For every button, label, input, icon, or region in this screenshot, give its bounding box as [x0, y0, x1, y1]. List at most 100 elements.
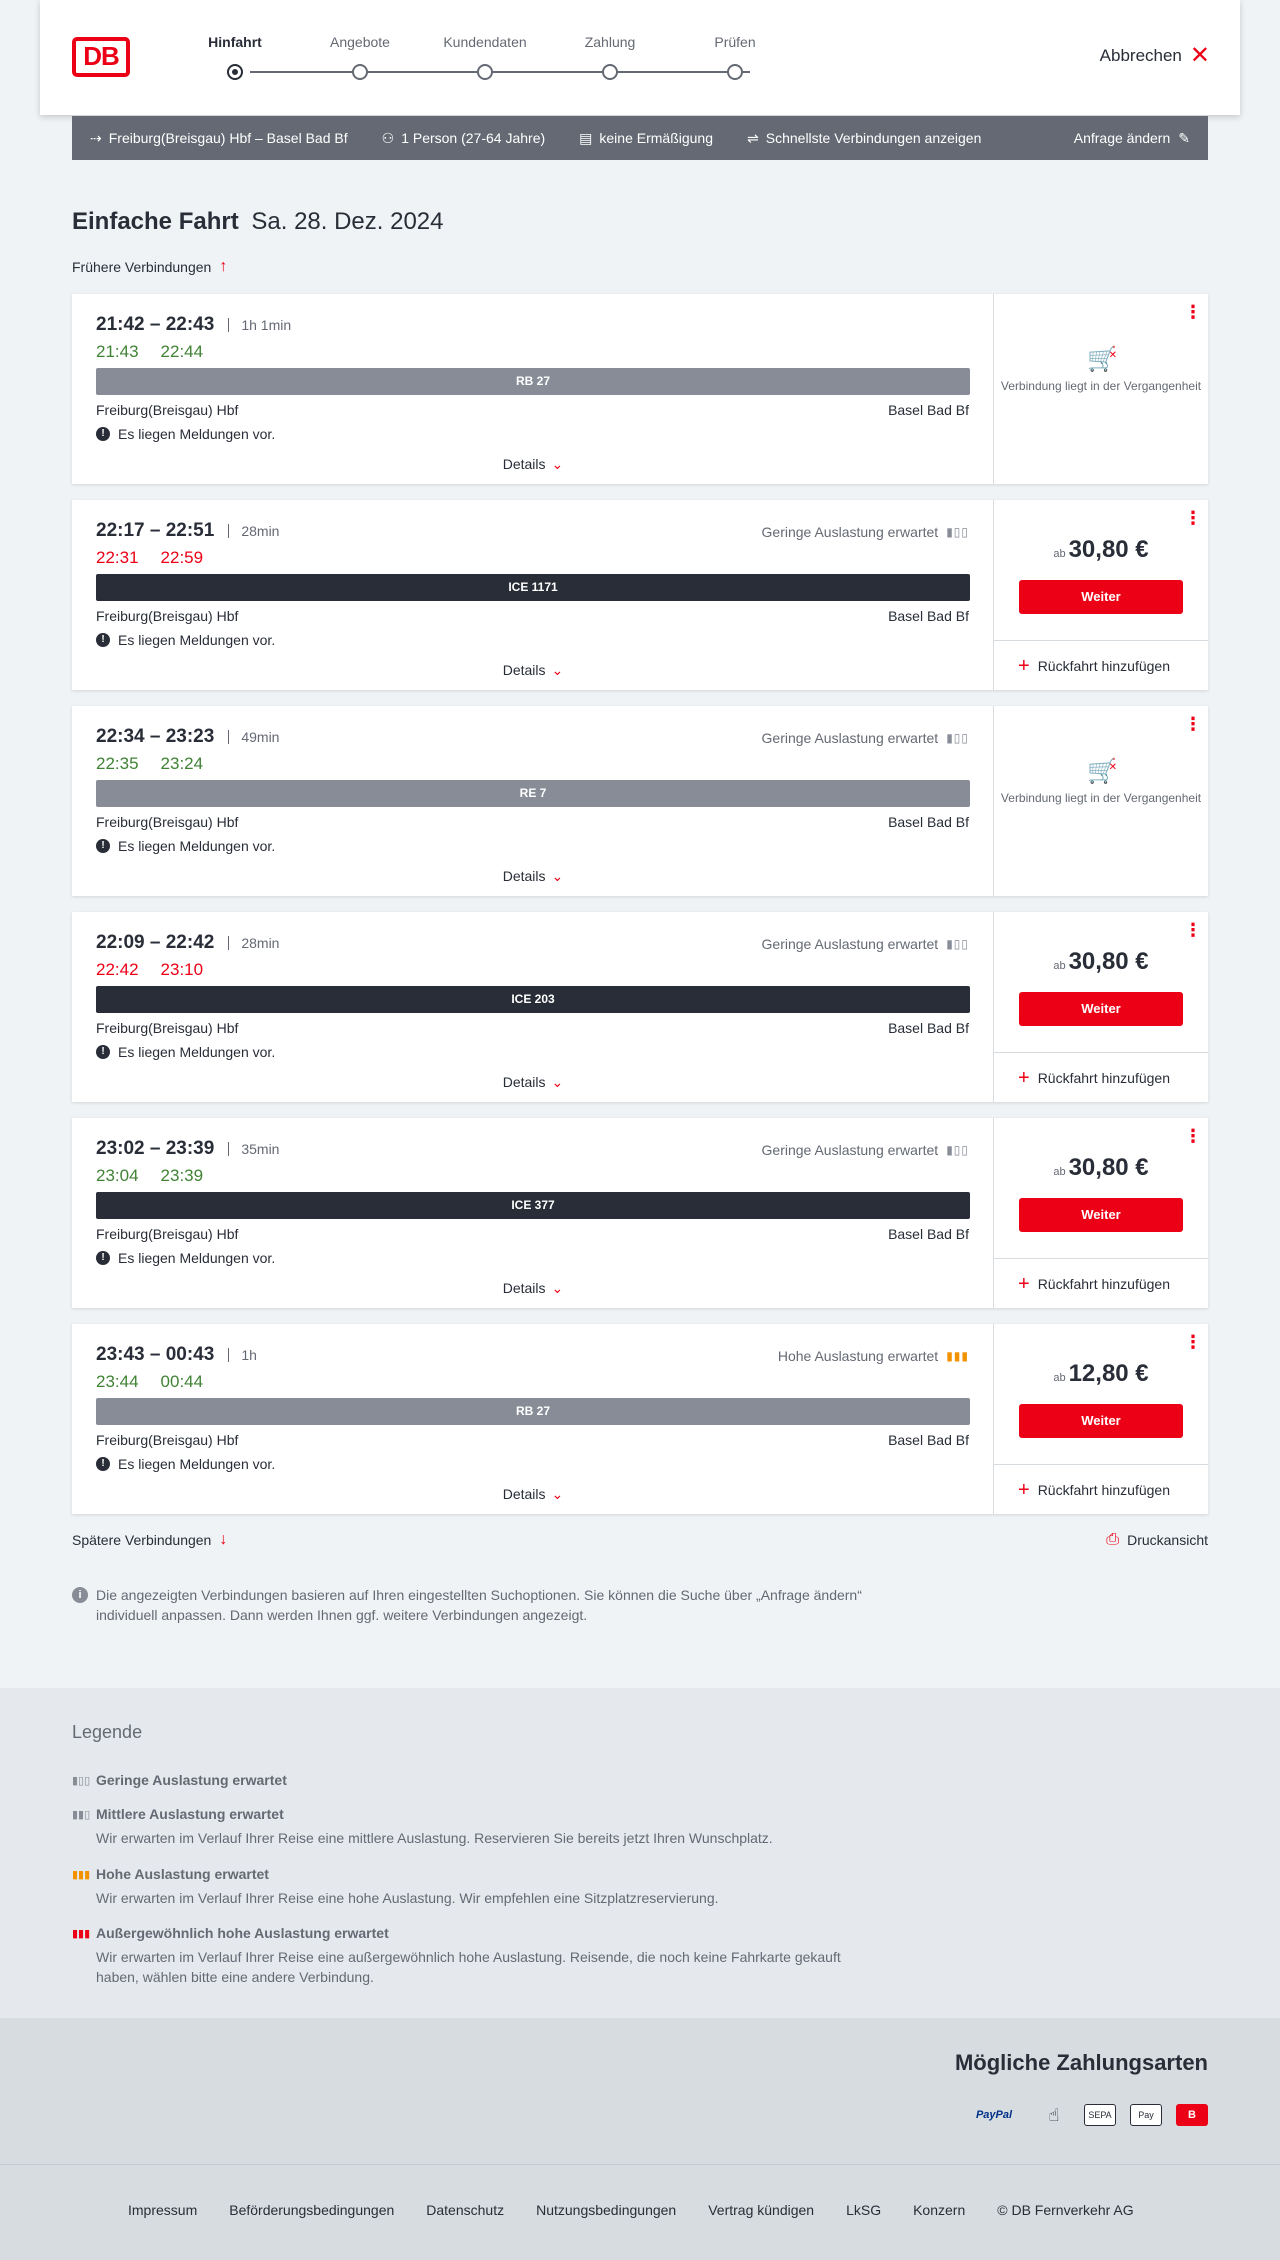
notice: ! Es liegen Meldungen vor. [96, 1044, 275, 1060]
footer-link[interactable]: Impressum [128, 2202, 197, 2218]
continue-button[interactable]: Weiter [1019, 992, 1183, 1026]
card-icon: ▤ [579, 129, 593, 146]
offer-panel: ⋮ ab 30,80 € Weiter + Rückfahrt hinzufügen [994, 912, 1208, 1102]
continue-button[interactable]: Weiter [1019, 1404, 1183, 1438]
connection-details: 21:42 – 22:43 1h 1min 21:43 22:44 RB 27 Fr… [72, 294, 994, 484]
chevron-down-icon: ⌄ [551, 662, 564, 678]
destination-station: Basel Bad Bf [888, 608, 969, 624]
occupancy-info: Geringe Auslastung erwartet ▮▯▯ [761, 524, 969, 540]
add-return-button[interactable]: + Rückfahrt hinzufügen [994, 1464, 1208, 1514]
chevron-down-icon: ⌄ [551, 1486, 564, 1502]
legend-section: Legende ▮▯▯ Geringe Auslastung erwartet ▮… [0, 1688, 1280, 2018]
alert-icon: ! [96, 1251, 110, 1265]
connection-card: 21:42 – 22:43 1h 1min 21:43 22:44 RB 27 Fr… [72, 294, 1208, 484]
route-summary: ⇢ Freiburg(Breisgau) Hbf – Basel Bad Bf [90, 129, 348, 147]
destination-station: Basel Bad Bf [888, 1432, 969, 1448]
details-toggle[interactable]: Details ⌄ [72, 456, 994, 473]
legend-title: Legende [72, 1722, 143, 1742]
header: DB Hinfahrt Angebote Kundendaten Zahlung… [40, 0, 1240, 115]
step-pruefen[interactable]: Prüfen [670, 34, 800, 80]
add-return-button[interactable]: + Rückfahrt hinzufügen [994, 1258, 1208, 1308]
connection-card: 23:02 – 23:39 35min 23:04 23:39 Geringe Au… [72, 1118, 1208, 1308]
origin-station: Freiburg(Breisgau) Hbf [96, 1226, 239, 1242]
step-angebote[interactable]: Angebote [295, 34, 425, 80]
payment-title: Mögliche Zahlungsarten [954, 2050, 1208, 2075]
cancel-button[interactable]: Abbrechen ✕ [1100, 44, 1210, 68]
train-bar[interactable]: ICE 377 [96, 1192, 970, 1219]
alert-icon: ! [96, 427, 110, 441]
continue-button[interactable]: Weiter [1019, 580, 1183, 614]
footer-link[interactable]: Konzern [913, 2202, 965, 2218]
train-bar[interactable]: ICE 1171 [96, 574, 970, 601]
more-options-icon[interactable]: ⋮ [1184, 303, 1202, 321]
more-options-icon[interactable]: ⋮ [1184, 1333, 1202, 1351]
origin-station: Freiburg(Breisgau) Hbf [96, 402, 239, 418]
train-bar[interactable]: ICE 203 [96, 986, 970, 1013]
occupancy-info: Geringe Auslastung erwartet ▮▯▯ [761, 936, 969, 952]
earlier-connections-link[interactable]: Frühere Verbindungen ↑ [72, 258, 227, 276]
connection-card: 22:34 – 23:23 49min 22:35 23:24 Geringe Au… [72, 706, 1208, 896]
step-zahlung[interactable]: Zahlung [545, 34, 675, 80]
footer-link[interactable]: © DB Fernverkehr AG [997, 2202, 1133, 2218]
train-bar[interactable]: RE 7 [96, 780, 970, 807]
progress-steps: Hinfahrt Angebote Kundendaten Zahlung Pr… [170, 34, 810, 94]
train-bar[interactable]: RB 27 [96, 368, 970, 395]
more-options-icon[interactable]: ⋮ [1184, 715, 1202, 733]
footer-link[interactable]: Vertrag kündigen [708, 2202, 814, 2218]
scheduled-times: 21:42 – 22:43 1h 1min [96, 314, 292, 335]
footer-link[interactable]: Nutzungsbedingungen [536, 2202, 676, 2218]
price: ab 12,80 € [1053, 1360, 1149, 1387]
destination-station: Basel Bad Bf [888, 402, 969, 418]
origin-station: Freiburg(Breisgau) Hbf [96, 814, 239, 830]
discount-summary: ▤ keine Ermäßigung [579, 129, 714, 147]
footer-link[interactable]: Datenschutz [426, 2202, 504, 2218]
passenger-summary: ⚇ 1 Person (27-64 Jahre) [381, 129, 546, 147]
query-bar: ⇢ Freiburg(Breisgau) Hbf – Basel Bad Bf ⚇… [72, 116, 1208, 160]
duration: 1h 1min [228, 318, 291, 332]
details-toggle[interactable]: Details ⌄ [72, 1280, 994, 1297]
legend-item-high: ▮▮▮ Hohe Auslastung erwartet Wir erwarten… [72, 1866, 719, 1906]
step-hinfahrt[interactable]: Hinfahrt [170, 34, 300, 80]
more-options-icon[interactable]: ⋮ [1184, 1127, 1202, 1145]
details-toggle[interactable]: Details ⌄ [72, 1074, 994, 1091]
duration: 28min [228, 936, 279, 950]
alert-icon: ! [96, 839, 110, 853]
occupancy-icon: ▮▯▯ [946, 525, 969, 539]
step-kundendaten[interactable]: Kundendaten [420, 34, 550, 80]
cart-unavailable-icon: 🛒 ✕ [1087, 758, 1117, 785]
page-title: Einfache Fahrt Sa. 28. Dez. 2024 [72, 208, 444, 235]
alert-icon: ! [96, 633, 110, 647]
past-connection-note: 🛒 ✕ Verbindung liegt in der Vergangenheit [1000, 758, 1202, 806]
add-return-button[interactable]: + Rückfahrt hinzufügen [994, 1052, 1208, 1102]
origin-station: Freiburg(Breisgau) Hbf [96, 1432, 239, 1448]
alert-icon: ! [96, 1457, 110, 1471]
footer-link[interactable]: Beförderungsbedingungen [229, 2202, 394, 2218]
footer-link[interactable]: LkSG [846, 2202, 881, 2218]
more-options-icon[interactable]: ⋮ [1184, 921, 1202, 939]
price: ab 30,80 € [1053, 536, 1149, 563]
credit-card-hand-icon: ☝ [1048, 2104, 1060, 2125]
scheduled-times: 22:17 – 22:51 28min [96, 520, 280, 541]
later-connections-link[interactable]: Spätere Verbindungen ↓ [72, 1531, 227, 1549]
occupancy-icon: ▮▮▮ [946, 1349, 969, 1363]
occupancy-high-icon: ▮▮▮ [72, 1868, 91, 1881]
duration: 35min [228, 1142, 279, 1156]
legend-item-exceptional: ▮▮▮ Außergewöhnlich hohe Auslastung erwar… [72, 1925, 841, 1985]
train-bar[interactable]: RB 27 [96, 1398, 970, 1425]
details-toggle[interactable]: Details ⌄ [72, 662, 994, 679]
occupancy-exceptional-icon: ▮▮▮ [72, 1927, 91, 1940]
print-view-link[interactable]: ⎙ Druckansicht [1106, 1531, 1208, 1549]
details-toggle[interactable]: Details ⌄ [72, 1486, 994, 1503]
details-toggle[interactable]: Details ⌄ [72, 868, 994, 885]
connection-details: 22:09 – 22:42 28min 22:42 23:10 Geringe Au… [72, 912, 994, 1102]
connection-details: 22:17 – 22:51 28min 22:31 22:59 Geringe Au… [72, 500, 994, 690]
more-options-icon[interactable]: ⋮ [1184, 509, 1202, 527]
db-logo[interactable]: DB [72, 37, 130, 77]
occupancy-info: Hohe Auslastung erwartet ▮▮▮ [777, 1348, 969, 1364]
add-return-button[interactable]: + Rückfahrt hinzufügen [994, 640, 1208, 690]
origin-station: Freiburg(Breisgau) Hbf [96, 608, 239, 624]
continue-button[interactable]: Weiter [1019, 1198, 1183, 1232]
step-dot [727, 64, 743, 80]
connection-details: 22:34 – 23:23 49min 22:35 23:24 Geringe Au… [72, 706, 994, 896]
change-query-button[interactable]: Anfrage ändern ✎ [1074, 130, 1190, 147]
